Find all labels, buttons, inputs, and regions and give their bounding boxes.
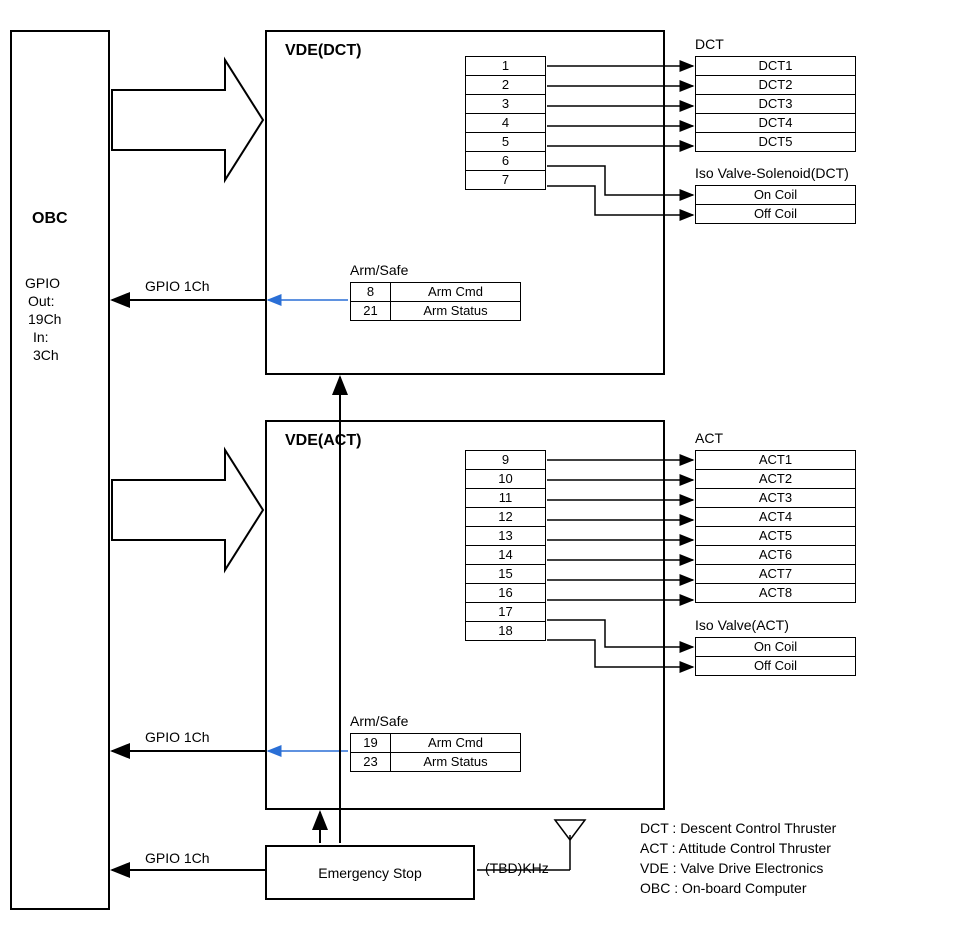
num-cell: 12 (466, 508, 546, 527)
act-title: ACT (695, 430, 723, 446)
iso-act-title: Iso Valve(ACT) (695, 617, 789, 633)
num-cell: 11 (466, 489, 546, 508)
num-cell: 4 (466, 114, 546, 133)
armsafe-num: 8 (351, 283, 391, 302)
obc-box (10, 30, 110, 910)
dct-items: DCT1 DCT2 DCT3 DCT4 DCT5 (695, 56, 856, 152)
num-cell: 14 (466, 546, 546, 565)
gpio-11ch-label: GPIO 11Ch (155, 500, 190, 532)
iso-act-item: On Coil (696, 638, 856, 657)
obc-title: OBC (32, 210, 68, 228)
iso-dct-item: Off Coil (696, 205, 856, 224)
armsafe-text: Arm Status (391, 302, 521, 321)
vde-act-nums: 9 10 11 12 13 14 15 16 17 18 (465, 450, 546, 641)
num-cell: 2 (466, 76, 546, 95)
num-cell: 7 (466, 171, 546, 190)
gpio-1ch-a: GPIO 1Ch (145, 278, 210, 294)
act-items: ACT1 ACT2 ACT3 ACT4 ACT5 ACT6 ACT7 ACT8 (695, 450, 856, 603)
obc-gpio-out-1: GPIO (25, 275, 60, 291)
num-cell: 6 (466, 152, 546, 171)
armsafe-num: 21 (351, 302, 391, 321)
num-cell: 16 (466, 584, 546, 603)
gpio-1ch-c: GPIO 1Ch (145, 850, 210, 866)
num-cell: 5 (466, 133, 546, 152)
num-cell: 13 (466, 527, 546, 546)
armsafe-text: Arm Cmd (391, 283, 521, 302)
act-item: ACT3 (696, 489, 856, 508)
num-cell: 17 (466, 603, 546, 622)
iso-dct-title: Iso Valve-Solenoid(DCT) (695, 165, 849, 181)
vde-dct-title: VDE(DCT) (285, 42, 361, 60)
num-cell: 3 (466, 95, 546, 114)
act-item: ACT8 (696, 584, 856, 603)
armsafe-act: 19Arm Cmd 23Arm Status (350, 733, 521, 772)
obc-gpio-in-1: In: (33, 329, 49, 345)
obc-gpio-in-2: 3Ch (33, 347, 59, 363)
dct-item: DCT1 (696, 57, 856, 76)
act-item: ACT2 (696, 470, 856, 489)
act-item: ACT6 (696, 546, 856, 565)
dct-item: DCT2 (696, 76, 856, 95)
dct-item: DCT4 (696, 114, 856, 133)
gpio-8ch-label: GPIO 8Ch (155, 110, 190, 142)
act-item: ACT1 (696, 451, 856, 470)
obc-gpio-out-2: Out: (28, 293, 54, 309)
armsafe-text: Arm Cmd (391, 734, 521, 753)
armsafe-num: 19 (351, 734, 391, 753)
act-item: ACT5 (696, 527, 856, 546)
armsafe-dct: 8Arm Cmd 21Arm Status (350, 282, 521, 321)
act-item: ACT4 (696, 508, 856, 527)
iso-dct-item: On Coil (696, 186, 856, 205)
vde-dct-nums: 1 2 3 4 5 6 7 (465, 56, 546, 190)
legend-4: OBC : On-board Computer (640, 880, 807, 896)
emergency-stop-box: Emergency Stop (265, 845, 475, 900)
iso-dct-items: On Coil Off Coil (695, 185, 856, 224)
act-item: ACT7 (696, 565, 856, 584)
legend-3: VDE : Valve Drive Electronics (640, 860, 823, 876)
num-cell: 9 (466, 451, 546, 470)
legend-1: DCT : Descent Control Thruster (640, 820, 836, 836)
gpio-1ch-b: GPIO 1Ch (145, 729, 210, 745)
emergency-stop-label: Emergency Stop (318, 865, 422, 881)
armsafe-dct-label: Arm/Safe (350, 262, 408, 278)
iso-act-items: On Coil Off Coil (695, 637, 856, 676)
vde-act-title: VDE(ACT) (285, 432, 361, 450)
armsafe-act-label: Arm/Safe (350, 713, 408, 729)
legend-2: ACT : Attitude Control Thruster (640, 840, 831, 856)
antenna-label: (TBD)KHz (485, 860, 549, 876)
armsafe-text: Arm Status (391, 753, 521, 772)
num-cell: 10 (466, 470, 546, 489)
num-cell: 18 (466, 622, 546, 641)
armsafe-num: 23 (351, 753, 391, 772)
dct-item: DCT5 (696, 133, 856, 152)
num-cell: 15 (466, 565, 546, 584)
num-cell: 1 (466, 57, 546, 76)
iso-act-item: Off Coil (696, 657, 856, 676)
dct-title: DCT (695, 36, 724, 52)
dct-item: DCT3 (696, 95, 856, 114)
obc-gpio-out-3: 19Ch (28, 311, 61, 327)
